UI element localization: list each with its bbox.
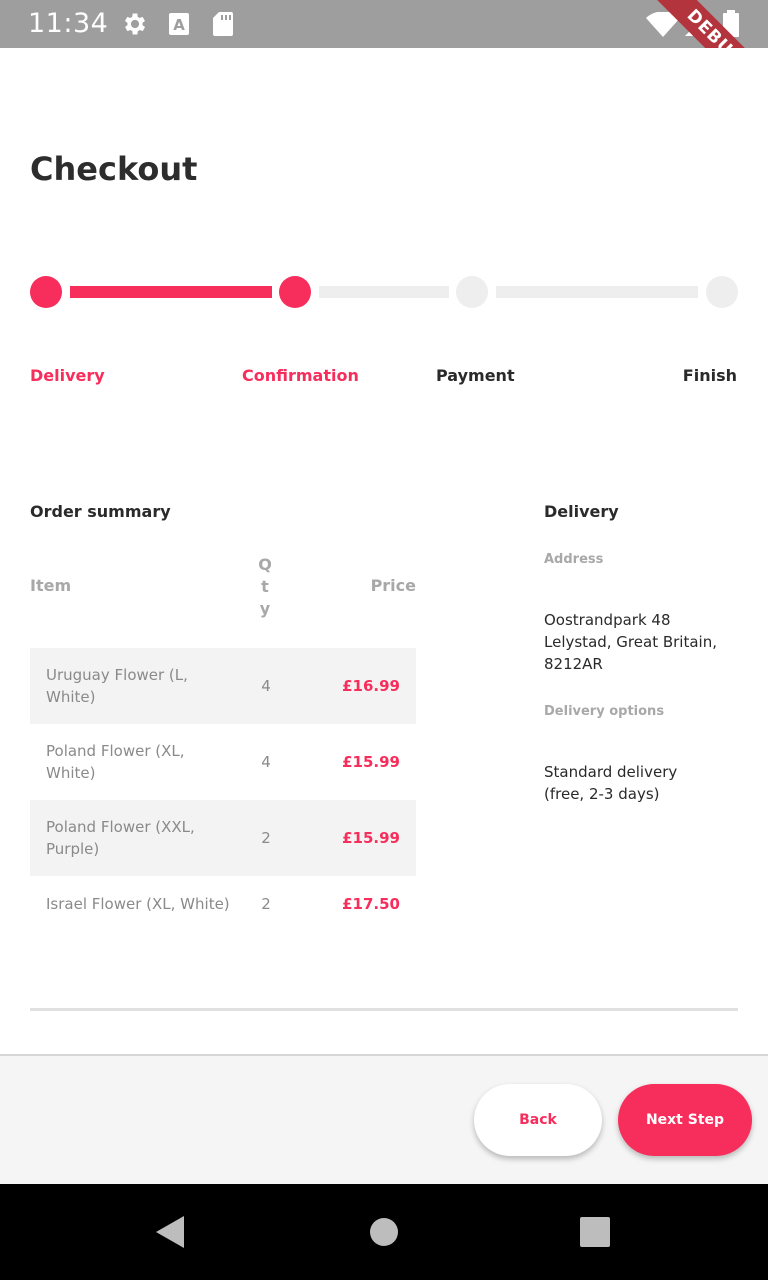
step-connector	[319, 286, 449, 298]
row-item-price: £16.99	[342, 677, 400, 695]
system-nav-bar	[0, 1184, 768, 1280]
row-item-qty: 2	[261, 829, 271, 847]
column-header-qty-char: t	[261, 577, 269, 596]
gear-icon	[124, 13, 146, 35]
recents-square-icon[interactable]	[580, 1217, 610, 1247]
page-title: Checkout	[30, 150, 198, 188]
address-value: Oostrandpark 48 Lelystad, Great Britain,…	[544, 611, 717, 673]
step-dot-finish[interactable]	[706, 276, 738, 308]
home-circle-icon[interactable]	[370, 1218, 398, 1246]
sd-card-icon	[213, 12, 233, 36]
column-header-qty-char: y	[259, 599, 271, 618]
step-dot-delivery[interactable]	[30, 276, 62, 308]
table-row: Israel Flower (XL, White) 2 £17.50	[30, 876, 416, 932]
row-item-qty: 2	[261, 895, 271, 913]
step-label-finish[interactable]: Finish	[683, 366, 737, 385]
status-bar: 11:34 A DEBUG	[0, 0, 768, 48]
order-summary-title: Order summary	[30, 502, 171, 521]
row-item-price: £15.99	[342, 753, 400, 771]
row-item-name: Poland Flower (XL, White)	[46, 742, 185, 782]
step-label-delivery[interactable]: Delivery	[30, 366, 105, 385]
back-triangle-icon[interactable]	[154, 1216, 186, 1248]
table-row: Poland Flower (XXL, Purple) 2 £15.99	[30, 800, 416, 876]
row-item-qty: 4	[261, 753, 271, 771]
status-time: 11:34	[28, 8, 109, 39]
step-dot-payment[interactable]	[456, 276, 488, 308]
step-connector	[70, 286, 272, 298]
step-dot-confirmation[interactable]	[279, 276, 311, 308]
column-header-qty-char: Q	[258, 555, 272, 574]
delivery-title: Delivery	[544, 502, 619, 521]
delivery-options-label: Delivery options	[544, 704, 665, 719]
step-label-payment[interactable]: Payment	[436, 366, 515, 385]
column-header-item: Item	[30, 576, 72, 595]
row-item-name: Poland Flower (XXL, Purple)	[46, 818, 195, 858]
divider	[30, 1008, 738, 1011]
column-header-qty: Q t y	[254, 554, 276, 620]
row-item-qty: 4	[261, 677, 271, 695]
address-label: Address	[544, 552, 604, 567]
step-label-confirmation[interactable]: Confirmation	[242, 366, 359, 385]
delivery-option-value: Standard delivery (free, 2-3 days)	[544, 763, 678, 803]
back-button[interactable]: Back	[474, 1084, 602, 1156]
svg-text:A: A	[173, 16, 185, 34]
row-item-price: £17.50	[342, 895, 400, 913]
table-row: Uruguay Flower (L, White) 4 £16.99	[30, 648, 416, 724]
column-header-price: Price	[370, 576, 416, 595]
text-a-icon: A	[169, 13, 189, 35]
next-step-button[interactable]: Next Step	[618, 1084, 752, 1156]
row-item-price: £15.99	[342, 829, 400, 847]
row-item-name: Israel Flower (XL, White)	[46, 895, 230, 913]
row-item-name: Uruguay Flower (L, White)	[46, 666, 188, 706]
step-connector	[496, 286, 698, 298]
table-row: Poland Flower (XL, White) 4 £15.99	[30, 724, 416, 800]
